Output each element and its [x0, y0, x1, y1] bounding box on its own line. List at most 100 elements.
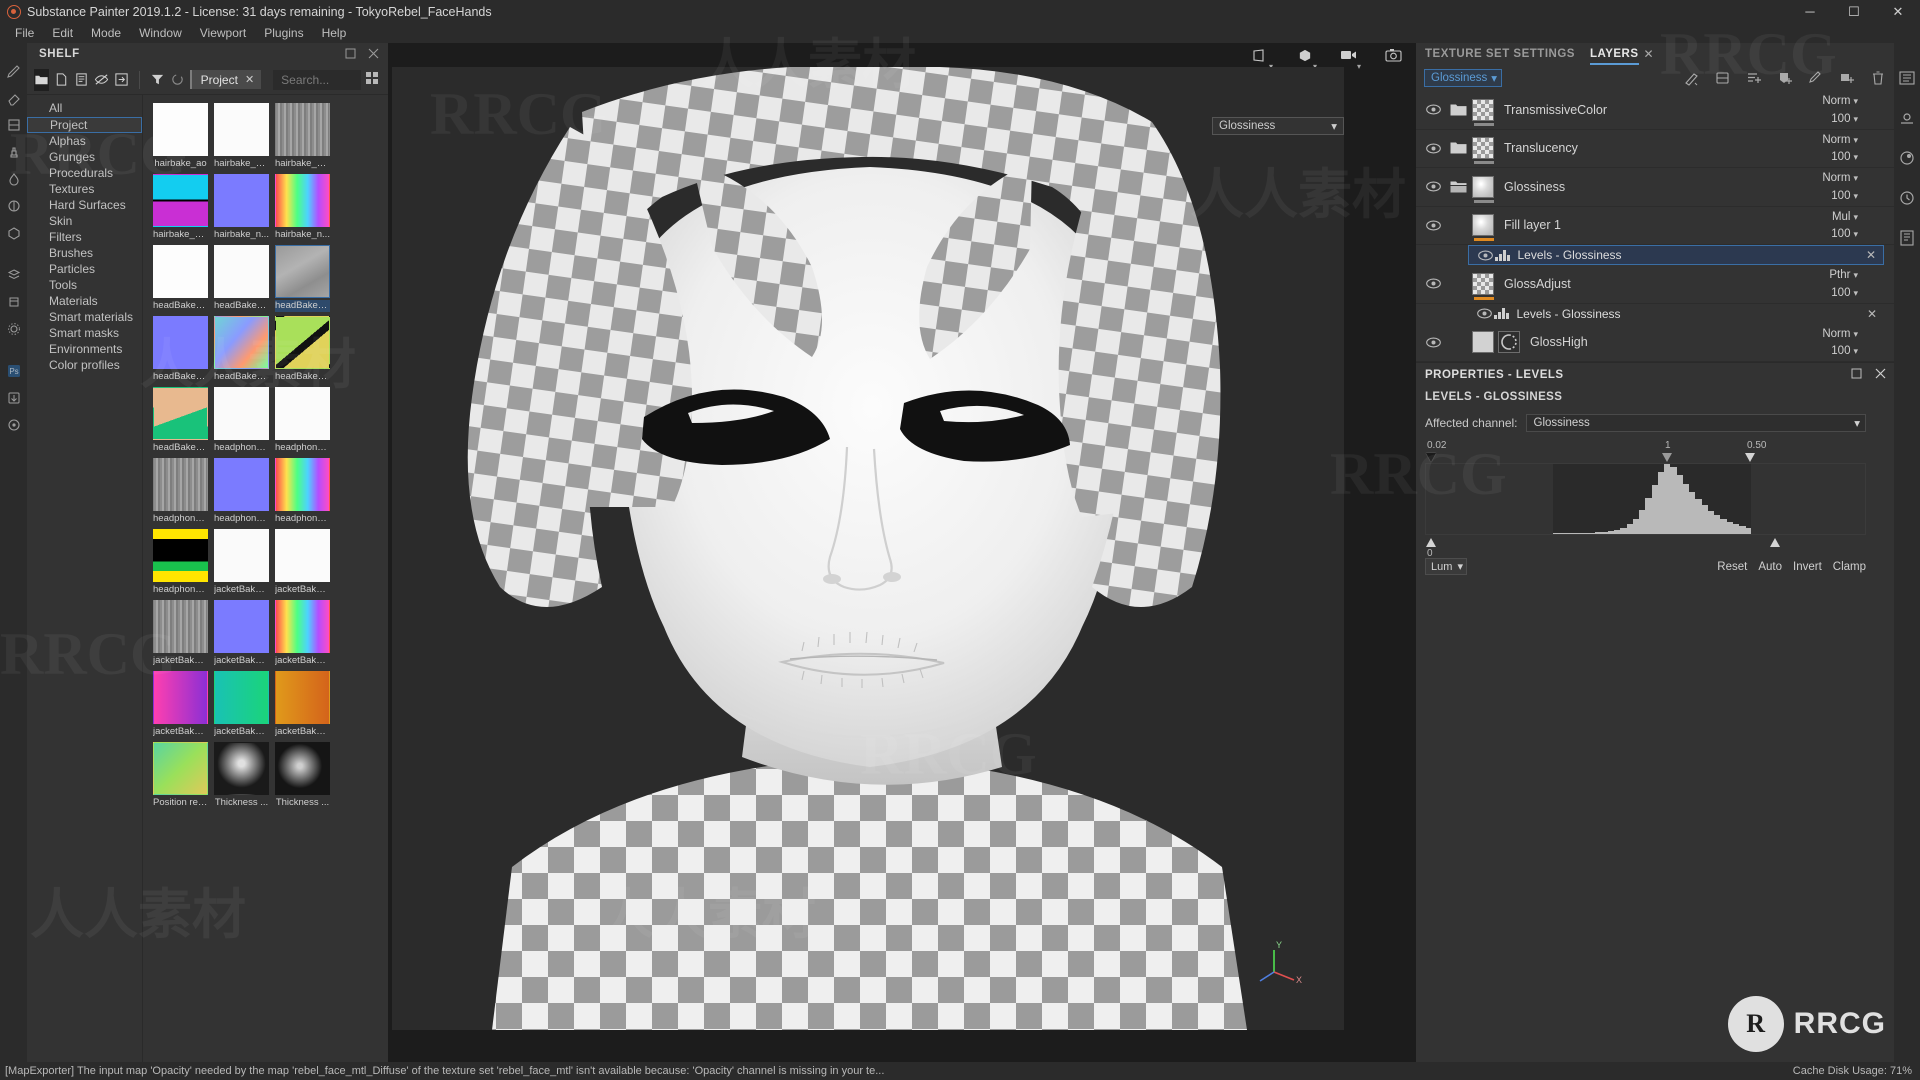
menu-help[interactable]: Help [313, 23, 356, 43]
filter-funnel-icon[interactable] [150, 69, 165, 91]
shelf-thumbnail[interactable]: headBake_n... [214, 316, 269, 383]
shelf-grid-view-icon[interactable] [366, 72, 378, 87]
layer-row[interactable]: Glossiness Norm ▾ 100 ▾ [1416, 168, 1894, 207]
shelf-thumbnail[interactable]: headphone... [275, 387, 330, 454]
layer-row[interactable]: GlossAdjust Pthr ▾ 100 ▾ [1416, 265, 1894, 304]
layers-list[interactable]: TransmissiveColor Norm ▾ 100 ▾ Translucency No… [1416, 91, 1894, 362]
layer-blend-mode[interactable]: Mul ▾ [1832, 211, 1858, 223]
layer-opacity[interactable]: 100 ▾ [1831, 190, 1858, 202]
menu-viewport[interactable]: Viewport [191, 23, 255, 43]
layer-thumbnail[interactable] [1472, 98, 1494, 126]
shelf-category-filters[interactable]: Filters [27, 230, 142, 246]
layer-blend-caret-icon[interactable]: ▾ [1853, 329, 1858, 339]
layer-effect-row[interactable]: Levels - Glossiness ✕ [1468, 304, 1884, 324]
settings-gear-icon[interactable] [3, 317, 25, 341]
layer-opacity-caret-icon[interactable]: ▾ [1853, 152, 1858, 162]
maximize-button[interactable]: ☐ [1832, 0, 1876, 23]
shelf-category-materials[interactable]: Materials [27, 294, 142, 310]
levels-output-handles[interactable]: 0 [1425, 538, 1866, 559]
history-icon[interactable] [1898, 189, 1916, 207]
add-filter-icon[interactable] [1746, 70, 1762, 86]
layer-blend-mode[interactable]: Norm ▾ [1822, 95, 1858, 107]
viewport-canvas[interactable]: Y X [392, 67, 1344, 1030]
shelf-thumbnail[interactable]: jacketBake_... [214, 671, 269, 738]
layer-thumbnail[interactable] [1472, 272, 1494, 300]
export-icon[interactable] [3, 386, 25, 410]
layer-opacity-caret-icon[interactable]: ▾ [1853, 346, 1858, 356]
layer-blend-mode[interactable]: Norm ▾ [1822, 172, 1858, 184]
resource-updater-icon[interactable] [3, 290, 25, 314]
shelf-thumbnail[interactable]: headBake_n... [153, 316, 208, 383]
shelf-thumbnail[interactable]: Position reb... [153, 742, 208, 809]
shelf-thumbnail[interactable]: jacketBake_... [214, 529, 269, 596]
layer-blend-caret-icon[interactable]: ▾ [1853, 173, 1858, 183]
minimize-button[interactable]: ─ [1788, 0, 1832, 23]
shelf-category-hard-surfaces[interactable]: Hard Surfaces [27, 198, 142, 214]
shelf-thumbnail[interactable]: headphone... [214, 458, 269, 525]
shelf-thumbnail[interactable]: jacketBake_... [275, 600, 330, 667]
smudge-icon[interactable] [3, 167, 25, 191]
shelf-category-smart-materials[interactable]: Smart materials [27, 310, 142, 326]
clone-stamp-icon[interactable] [3, 140, 25, 164]
shelf-thumbnail[interactable]: hairbake_co... [214, 103, 269, 170]
shelf-hide-icon[interactable] [94, 69, 109, 91]
layer-folder-icon[interactable] [1446, 180, 1470, 194]
eraser-icon[interactable] [3, 86, 25, 110]
layer-row[interactable]: TransmissiveColor Norm ▾ 100 ▾ [1416, 91, 1894, 130]
layer-effect-row[interactable]: Levels - Glossiness ✕ [1468, 245, 1884, 265]
shelf-thumbnail[interactable]: hairbake_ao [153, 103, 208, 170]
shelf-list-icon[interactable] [74, 69, 89, 91]
layer-visibility-eye-icon[interactable] [1422, 181, 1444, 192]
shelf-category-smart-masks[interactable]: Smart masks [27, 326, 142, 342]
viewport-camera-icon[interactable]: ▾ [1338, 45, 1361, 71]
shelf-import-icon[interactable] [114, 69, 129, 91]
layer-opacity-caret-icon[interactable]: ▾ [1853, 288, 1858, 298]
texture-set-channel-select[interactable]: Glossiness ▾ [1424, 69, 1502, 87]
layer-thumbnail[interactable] [1472, 137, 1494, 165]
texture-set-settings-icon[interactable] [1898, 109, 1916, 127]
viewport-channel-selector[interactable]: Glossiness ▾ [1212, 117, 1344, 135]
levels-output-low-handle[interactable] [1426, 538, 1436, 547]
shelf-thumbnail[interactable]: hairbake_gr... [153, 174, 208, 241]
layer-visibility-eye-icon[interactable] [1422, 220, 1444, 231]
layer-visibility-eye-icon[interactable] [1422, 143, 1444, 154]
shelf-category-color-profiles[interactable]: Color profiles [27, 358, 142, 374]
refresh-icon[interactable] [170, 69, 185, 91]
layer-blend-mode[interactable]: Norm ▾ [1822, 328, 1858, 340]
texture-set-channel-caret-icon[interactable]: ▾ [1491, 71, 1497, 85]
log-icon[interactable] [1898, 229, 1916, 247]
shelf-thumbnail[interactable]: jacketBake_... [275, 671, 330, 738]
shelf-thumbnail[interactable]: hairbake_n... [275, 174, 330, 241]
add-paint-layer-icon[interactable] [1808, 70, 1824, 86]
shelf-thumbnail[interactable]: headBake_c... [214, 245, 269, 312]
viewport-layout-icon[interactable]: ▾ [1250, 45, 1273, 71]
shelf-category-environments[interactable]: Environments [27, 342, 142, 358]
levels-black-point-handle[interactable] [1426, 453, 1436, 462]
shelf-thumbnail[interactable]: Thickness ... [214, 742, 269, 809]
shelf-category-skin[interactable]: Skin [27, 214, 142, 230]
add-fill-layer-icon[interactable] [1777, 70, 1793, 86]
shelf-category-particles[interactable]: Particles [27, 262, 142, 278]
menu-file[interactable]: File [6, 23, 43, 43]
levels-mid-point-handle[interactable] [1662, 453, 1672, 462]
layer-opacity[interactable]: 100 ▾ [1831, 151, 1858, 163]
shelf-category-alphas[interactable]: Alphas [27, 134, 142, 150]
viewport-screenshot-icon[interactable] [1382, 45, 1404, 65]
tab-layers[interactable]: LAYERS [1589, 43, 1639, 65]
viewport-channel-caret-icon[interactable]: ▾ [1331, 119, 1337, 133]
add-effect-icon[interactable] [1684, 70, 1700, 86]
add-folder-icon[interactable] [1839, 70, 1855, 86]
shader-settings-icon[interactable] [1898, 149, 1916, 167]
shelf-thumbnail[interactable]: hairbake_cu... [275, 103, 330, 170]
layer-mask-thumbnail[interactable] [1498, 331, 1520, 354]
effect-remove-icon[interactable]: ✕ [1866, 248, 1876, 262]
properties-float-icon[interactable] [1851, 367, 1862, 382]
shelf-search-input[interactable]: Search... [273, 69, 361, 90]
viewport-3d[interactable]: ▾ ▾ ▾ [388, 43, 1416, 1068]
layer-stack-icon[interactable] [3, 263, 25, 287]
levels-widget[interactable]: 0.02 1 0.50 0 [1425, 440, 1866, 559]
layer-opacity[interactable]: 100 ▾ [1831, 113, 1858, 125]
levels-clamp-button[interactable]: Clamp [1833, 561, 1866, 573]
levels-mode-caret-icon[interactable]: ▾ [1457, 560, 1463, 573]
layer-blend-caret-icon[interactable]: ▾ [1853, 270, 1858, 280]
